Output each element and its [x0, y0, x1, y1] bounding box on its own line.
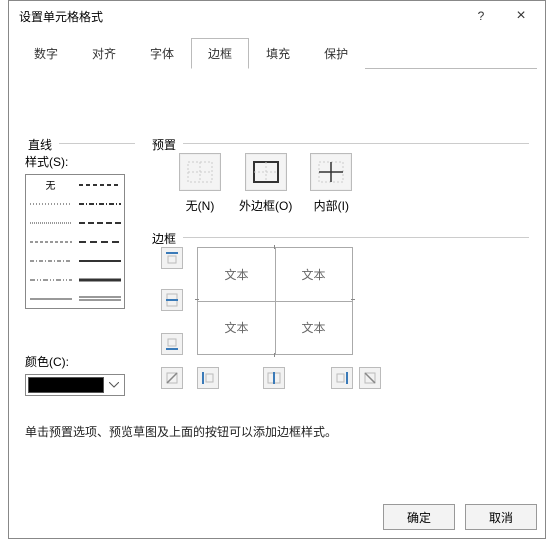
- border-middle-h-button[interactable]: [161, 289, 183, 311]
- ok-button[interactable]: 确定: [383, 504, 455, 530]
- close-icon: ×: [516, 7, 525, 25]
- chevron-down-icon: [104, 382, 124, 388]
- line-style-dash-dd[interactable]: [26, 270, 75, 289]
- line-style-medium[interactable]: [75, 251, 124, 270]
- line-style-dash-bold[interactable]: [75, 175, 124, 194]
- tab-number[interactable]: 数字: [17, 38, 75, 69]
- preview-cell: 文本: [198, 248, 275, 301]
- preset-section: 预置 无(N) 外边框(O): [149, 143, 529, 233]
- cancel-button[interactable]: 取消: [465, 504, 537, 530]
- preset-inside-label: 内部(I): [314, 197, 349, 214]
- border-preview[interactable]: 文本 文本 文本 文本: [197, 247, 353, 355]
- line-style-dotted[interactable]: [26, 213, 75, 232]
- line-style-ddot-bold[interactable]: [75, 194, 124, 213]
- line-legend: 直线: [25, 136, 55, 153]
- line-style-double[interactable]: [75, 289, 124, 308]
- preset-none-label: 无(N): [186, 197, 215, 214]
- border-left-button[interactable]: [197, 367, 219, 389]
- line-style-thick[interactable]: [75, 270, 124, 289]
- window-title: 设置单元格格式: [19, 8, 461, 25]
- format-cells-dialog: 设置单元格格式 ? × 数字 对齐 字体 边框 填充 保护 直线 样式(S): …: [8, 0, 546, 539]
- line-section: 直线 样式(S): 无: [25, 143, 135, 343]
- tab-protection[interactable]: 保护: [307, 38, 365, 69]
- line-style-thin[interactable]: [26, 289, 75, 308]
- line-style-dotted-fine[interactable]: [26, 194, 75, 213]
- preset-legend: 预置: [149, 136, 179, 153]
- tab-content: 直线 样式(S): 无: [9, 69, 545, 93]
- color-combo[interactable]: [25, 374, 125, 396]
- border-diag-down-button[interactable]: [359, 367, 381, 389]
- border-diag-up-button[interactable]: [161, 367, 183, 389]
- tab-alignment[interactable]: 对齐: [75, 38, 133, 69]
- border-section: 边框 文本 文本 文本 文本: [149, 237, 529, 407]
- preset-none[interactable]: 无(N): [179, 153, 221, 214]
- border-middle-v-button[interactable]: [263, 367, 285, 389]
- titlebar: 设置单元格格式 ? ×: [9, 1, 545, 31]
- color-label: 颜色(C):: [25, 353, 135, 370]
- line-style-dash2-bold[interactable]: [75, 213, 124, 232]
- preset-outline-label: 外边框(O): [239, 197, 292, 214]
- tab-border[interactable]: 边框: [191, 38, 249, 69]
- help-text: 单击预置选项、预览草图及上面的按钮可以添加边框样式。: [25, 423, 337, 440]
- preset-inside[interactable]: 内部(I): [310, 153, 352, 214]
- preview-cell: 文本: [275, 248, 352, 301]
- line-style-none[interactable]: 无: [26, 175, 75, 194]
- preview-cell: 文本: [198, 301, 275, 354]
- preview-cell: 文本: [275, 301, 352, 354]
- border-top-button[interactable]: [161, 247, 183, 269]
- tab-font[interactable]: 字体: [133, 38, 191, 69]
- line-style-dash-dot[interactable]: [26, 251, 75, 270]
- help-button[interactable]: ?: [461, 2, 501, 30]
- preset-outline-icon: [245, 153, 287, 191]
- help-icon: ?: [478, 9, 485, 23]
- border-bottom-button[interactable]: [161, 333, 183, 355]
- line-style-dash-small[interactable]: [26, 232, 75, 251]
- border-right-button[interactable]: [331, 367, 353, 389]
- tab-strip: 数字 对齐 字体 边框 填充 保护: [17, 37, 537, 69]
- line-style-list[interactable]: 无: [25, 174, 125, 309]
- close-button[interactable]: ×: [501, 2, 541, 30]
- preset-outline[interactable]: 外边框(O): [239, 153, 292, 214]
- line-style-dash3-bold[interactable]: [75, 232, 124, 251]
- preset-none-icon: [179, 153, 221, 191]
- dialog-footer: 确定 取消: [383, 504, 537, 530]
- preset-inside-icon: [310, 153, 352, 191]
- color-swatch: [28, 377, 104, 393]
- tab-fill[interactable]: 填充: [249, 38, 307, 69]
- style-label: 样式(S):: [25, 153, 135, 170]
